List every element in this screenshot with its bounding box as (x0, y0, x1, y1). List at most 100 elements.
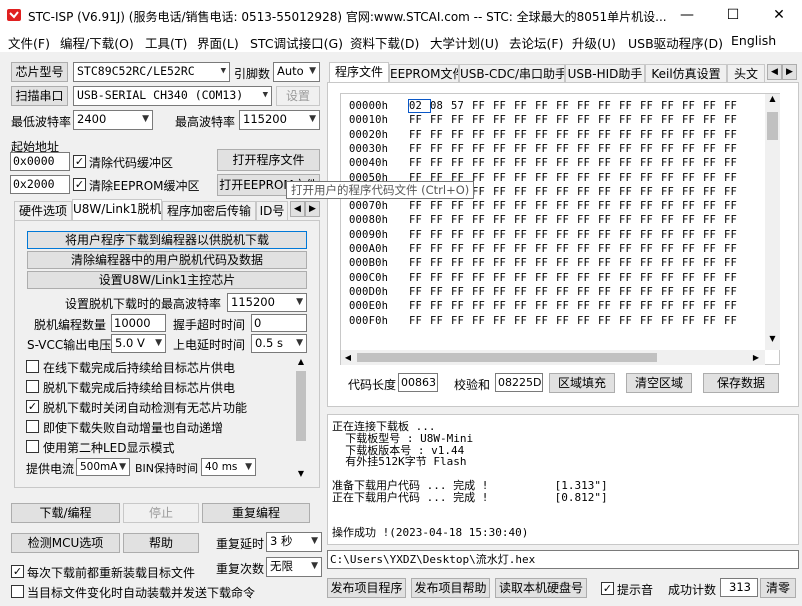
hex-byte[interactable]: FF (514, 243, 535, 255)
min-baud-select[interactable]: 2400 ▼ (73, 110, 153, 130)
hex-byte[interactable]: FF (451, 214, 472, 226)
close-button[interactable]: ✕ (756, 0, 802, 30)
hex-byte[interactable]: FF (556, 114, 577, 126)
hex-byte[interactable]: FF (535, 143, 556, 155)
hex-byte[interactable]: FF (535, 100, 556, 112)
hex-byte[interactable]: FF (703, 214, 724, 226)
tab-usb-hid[interactable]: USB-HID助手 (565, 64, 645, 84)
hex-byte[interactable]: 02 (408, 99, 431, 113)
hex-byte[interactable]: FF (409, 315, 430, 327)
hex-byte[interactable]: FF (577, 286, 598, 298)
hex-byte[interactable]: FF (451, 114, 472, 126)
hex-byte[interactable]: FF (682, 200, 703, 212)
beep-checkbox[interactable]: ✓ (601, 582, 614, 595)
bin-hold-select[interactable]: 40 ms ▼ (201, 458, 256, 476)
hex-byte[interactable]: FF (724, 214, 745, 226)
hex-byte[interactable]: FF (640, 172, 661, 184)
hex-byte[interactable]: FF (409, 200, 430, 212)
hex-byte[interactable]: FF (472, 286, 493, 298)
hex-byte[interactable]: FF (661, 315, 682, 327)
hex-byte[interactable]: FF (514, 229, 535, 241)
hex-byte[interactable]: FF (451, 272, 472, 284)
hex-byte[interactable]: FF (409, 214, 430, 226)
hex-byte[interactable]: FF (682, 300, 703, 312)
hex-byte[interactable]: FF (703, 272, 724, 284)
option-checkbox[interactable] (26, 360, 39, 373)
hex-byte[interactable]: FF (472, 272, 493, 284)
hex-byte[interactable]: FF (619, 172, 640, 184)
hex-byte[interactable]: FF (724, 229, 745, 241)
hex-byte[interactable]: FF (619, 300, 640, 312)
tab-encrypted-transfer[interactable]: 程序加密后传输 (162, 201, 256, 221)
hex-byte[interactable]: FF (493, 143, 514, 155)
hex-byte[interactable]: FF (409, 129, 430, 141)
prog-count-input[interactable]: 10000 (111, 314, 166, 332)
hex-byte[interactable]: FF (682, 257, 703, 269)
hex-byte[interactable]: FF (598, 300, 619, 312)
scroll-up-icon[interactable]: ▲ (765, 94, 780, 108)
hex-byte[interactable]: FF (703, 157, 724, 169)
hex-byte[interactable]: FF (493, 243, 514, 255)
scroll-down-icon[interactable]: ▼ (765, 334, 780, 348)
hex-byte[interactable]: FF (451, 257, 472, 269)
menu-interface[interactable]: 界面(L) (197, 33, 239, 52)
menu-debug[interactable]: STC调试接口(G) (250, 33, 343, 52)
hex-byte[interactable]: FF (724, 315, 745, 327)
hex-byte[interactable]: FF (535, 243, 556, 255)
hex-byte[interactable]: FF (640, 214, 661, 226)
clear-count-button[interactable]: 清零 (760, 578, 796, 598)
hex-byte[interactable]: FF (640, 100, 661, 112)
scroll-left-icon[interactable]: ◀ (341, 350, 355, 365)
hex-byte[interactable]: FF (556, 143, 577, 155)
options-scrollbar[interactable]: ▲ ▼ (293, 357, 309, 483)
hex-byte[interactable]: FF (682, 286, 703, 298)
hex-byte[interactable]: FF (472, 315, 493, 327)
hex-byte[interactable]: FF (556, 315, 577, 327)
hex-byte[interactable]: FF (703, 143, 724, 155)
hex-byte[interactable]: FF (556, 100, 577, 112)
hex-byte[interactable]: FF (724, 100, 745, 112)
hex-byte[interactable]: FF (577, 186, 598, 198)
hex-byte[interactable]: FF (598, 272, 619, 284)
hex-byte[interactable]: FF (577, 129, 598, 141)
fill-region-button[interactable]: 区域填充 (549, 373, 615, 393)
hex-byte[interactable]: FF (661, 200, 682, 212)
download-to-programmer-button[interactable]: 将用户程序下载到编程器以供脱机下载 (27, 231, 307, 249)
scroll-thumb[interactable] (357, 353, 657, 362)
hex-byte[interactable]: FF (430, 214, 451, 226)
repeat-delay-select[interactable]: 3 秒 ▼ (266, 532, 322, 552)
tab-scroll-right-button[interactable]: ▶ (305, 201, 320, 217)
hex-byte[interactable]: FF (640, 257, 661, 269)
tab-scroll-left-button[interactable]: ◀ (767, 64, 782, 80)
menu-downloads[interactable]: 资料下载(D) (350, 33, 419, 52)
hex-byte[interactable]: FF (514, 157, 535, 169)
hex-byte[interactable]: FF (514, 143, 535, 155)
hex-byte[interactable]: FF (598, 315, 619, 327)
hex-byte[interactable]: FF (514, 272, 535, 284)
menu-usb-driver[interactable]: USB驱动程序(D) (628, 33, 723, 52)
menu-program[interactable]: 编程/下载(O) (60, 33, 134, 52)
scroll-down-icon[interactable]: ▼ (293, 469, 309, 481)
hex-byte[interactable]: FF (493, 286, 514, 298)
hex-byte[interactable]: FF (598, 100, 619, 112)
hex-byte[interactable]: FF (682, 229, 703, 241)
hex-byte[interactable]: FF (598, 172, 619, 184)
hex-byte[interactable]: FF (619, 315, 640, 327)
hex-byte[interactable]: FF (472, 172, 493, 184)
hex-byte[interactable]: FF (724, 186, 745, 198)
hex-byte[interactable]: FF (451, 315, 472, 327)
scroll-thumb[interactable] (296, 371, 306, 441)
hex-byte[interactable]: FF (619, 200, 640, 212)
hex-byte[interactable]: FF (409, 286, 430, 298)
hex-byte[interactable]: FF (493, 272, 514, 284)
tab-hardware-options[interactable]: 硬件选项 (14, 201, 72, 221)
hex-byte[interactable]: FF (598, 129, 619, 141)
power-delay-select[interactable]: 0.5 s ▼ (251, 334, 307, 353)
hex-byte[interactable]: FF (640, 157, 661, 169)
hex-byte[interactable]: FF (556, 200, 577, 212)
hex-byte[interactable]: FF (682, 157, 703, 169)
hex-byte[interactable]: FF (493, 214, 514, 226)
pin-count-select[interactable]: Auto ▼ (273, 62, 320, 82)
tab-eeprom-file[interactable]: EEPROM文件 (389, 64, 459, 84)
hex-byte[interactable]: FF (661, 129, 682, 141)
